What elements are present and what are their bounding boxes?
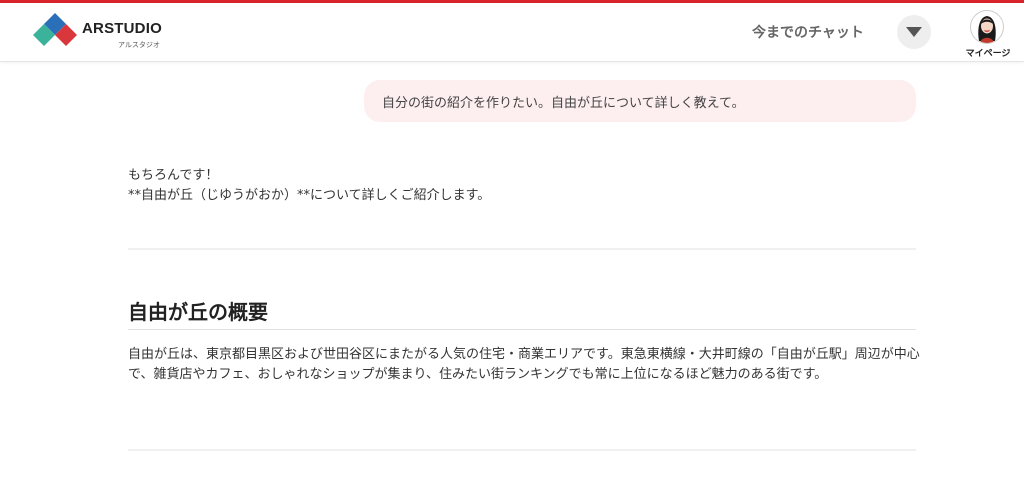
reply-line-2: **自由が丘（じゆうがおか）**について詳しくご紹介します。 [128, 188, 491, 203]
mypage-label: マイページ [965, 49, 1011, 59]
chat-history-link[interactable]: 今までのチャット [752, 22, 864, 42]
heading-underline [128, 329, 916, 330]
user-message-text: 自分の街の紹介を作りたい。自由が丘について詳しく教えて。 [382, 96, 745, 111]
brand-name: ARSTUDIO [82, 20, 162, 37]
logo-mark-icon [33, 13, 77, 46]
section-divider [128, 248, 916, 250]
user-avatar-icon [978, 16, 996, 43]
section-divider [128, 449, 916, 451]
logo[interactable]: ARSTUDIO アルスタジオ [32, 11, 172, 51]
reply-line-1: もちろんです！ [128, 168, 219, 183]
app-header: ARSTUDIO アルスタジオ 今までのチャット マイページ [0, 3, 1024, 62]
brand-subtitle: アルスタジオ [118, 41, 160, 49]
section-body-text: 自由が丘は、東京都目黒区および世田谷区にまたがる人気の住宅・商業エリアです。東急… [128, 347, 920, 382]
mypage-button[interactable]: マイページ [958, 8, 1018, 64]
triangle-down-icon [906, 27, 922, 37]
assistant-reply-intro: もちろんです！ **自由が丘（じゆうがおか）**について詳しくご紹介します。 [128, 166, 490, 206]
avatar [970, 10, 1004, 44]
section-heading: 自由が丘の概要 [128, 300, 268, 324]
user-message-bubble: 自分の街の紹介を作りたい。自由が丘について詳しく教えて。 [364, 80, 916, 122]
dropdown-button[interactable] [897, 15, 931, 49]
